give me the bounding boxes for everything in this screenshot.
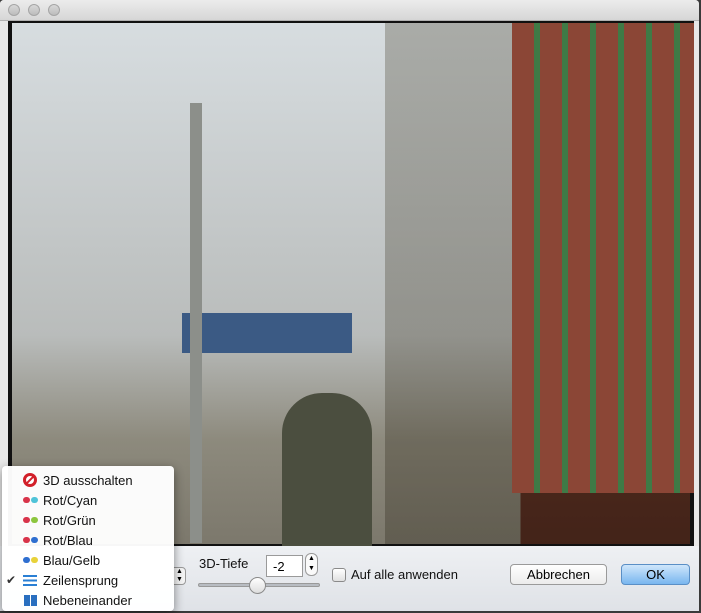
menu-item-label: Rot/Cyan	[43, 492, 98, 508]
menu-item-label: Zeilensprung	[43, 572, 119, 588]
menu-item-rot-grün[interactable]: Rot/Grün	[2, 510, 174, 530]
depth-stepper[interactable]: ▲ ▼	[305, 553, 318, 576]
building	[512, 23, 694, 493]
glasses-icon	[21, 493, 39, 507]
depth-label: 3D-Tiefe	[199, 556, 249, 571]
menu-item-label: Nebeneinander	[43, 592, 132, 608]
menu-item-rot-cyan[interactable]: Rot/Cyan	[2, 490, 174, 510]
cancel-button[interactable]: Abbrechen	[510, 564, 607, 585]
menu-item-label: Rot/Blau	[43, 532, 93, 548]
glasses-icon	[21, 513, 39, 527]
glasses-icon	[21, 533, 39, 547]
menu-item-label: Rot/Grün	[43, 512, 96, 528]
close-window-button[interactable]	[8, 4, 20, 16]
mode-popup-button[interactable]: ▲ ▼	[173, 567, 186, 585]
3d-mode-menu: 3D ausschalten Rot/Cyan Rot/Grün Rot/Blau Bl…	[2, 466, 174, 611]
ok-button[interactable]: OK	[621, 564, 690, 585]
menu-item-3d-ausschalten[interactable]: 3D ausschalten	[2, 470, 174, 490]
menu-item-nebeneinander[interactable]: Nebeneinander	[2, 590, 174, 610]
slider-knob[interactable]	[248, 577, 266, 594]
street-lamp	[190, 103, 202, 543]
menu-item-label: 3D ausschalten	[43, 472, 133, 488]
apply-all-label: Auf alle anwenden	[351, 567, 458, 582]
menu-item-blau-gelb[interactable]: Blau/Gelb	[2, 550, 174, 570]
check-mark-icon: ✔	[6, 573, 17, 587]
no-entry-icon	[21, 473, 39, 487]
side-by-side-icon	[21, 593, 39, 607]
depth-input[interactable]: -2	[266, 555, 303, 577]
zoom-window-button[interactable]	[48, 4, 60, 16]
title-bar	[0, 0, 699, 21]
menu-item-label: Blau/Gelb	[43, 552, 101, 568]
menu-item-zeilensprung[interactable]: ✔ Zeilensprung	[2, 570, 174, 590]
pedestrian	[282, 393, 372, 546]
glasses-icon	[21, 553, 39, 567]
depth-slider[interactable]	[198, 577, 320, 594]
minimize-window-button[interactable]	[28, 4, 40, 16]
apply-all-checkbox[interactable]	[332, 568, 346, 582]
menu-item-rot-blau[interactable]: Rot/Blau	[2, 530, 174, 550]
lines-icon	[21, 573, 39, 587]
street-sign	[182, 313, 352, 353]
